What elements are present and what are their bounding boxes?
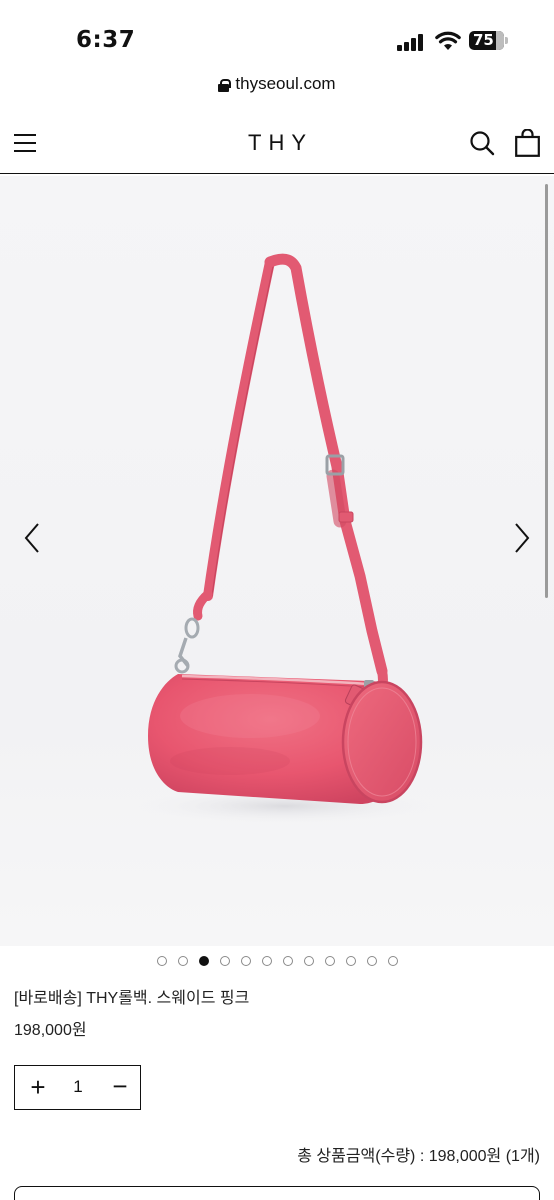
product-price: 198,000원 [14,1022,87,1039]
battery-level: 75 [473,31,494,49]
carousel-dot[interactable] [198,956,209,966]
battery-icon: 75 [469,31,504,50]
cellular-signal-icon [397,33,425,51]
carousel-dot[interactable] [219,956,230,966]
product-image[interactable] [0,176,554,946]
roll-bag-illustration [135,253,435,824]
quantity-decrease-button[interactable]: − [107,1073,133,1100]
quantity-value[interactable]: 1 [65,1077,91,1097]
quantity-stepper: + 1 − [14,1065,141,1110]
carousel-dot[interactable] [366,956,377,966]
carousel-dot[interactable] [282,956,293,966]
search-icon[interactable] [469,130,495,156]
scrollbar[interactable] [545,184,548,598]
status-bar: 6:37 75 [0,0,554,78]
chevron-right-icon[interactable] [506,520,536,556]
chevron-left-icon[interactable] [18,520,48,556]
shopping-bag-icon[interactable] [515,129,540,157]
carousel-dot[interactable] [324,956,335,966]
url-text: thyseoul.com [235,74,336,93]
address-bar[interactable]: thyseoul.com [0,74,554,106]
carousel-dot[interactable] [345,956,356,966]
carousel-dot[interactable] [240,956,251,966]
carousel-dot[interactable] [177,956,188,966]
carousel-dot[interactable] [387,956,398,966]
lock-icon [218,78,232,92]
quantity-increase-button[interactable]: + [25,1074,51,1100]
carousel-dots [0,956,554,970]
buy-button[interactable] [14,1186,540,1200]
total-price-summary: 총 상품금액(수량) : 198,000원 (1개) [297,1148,540,1165]
carousel-dot[interactable] [303,956,314,966]
wifi-icon [435,31,461,50]
site-header: THY [0,112,554,174]
status-time: 6:37 [76,27,136,53]
carousel-dot[interactable] [261,956,272,966]
carousel-dot[interactable] [156,956,167,966]
product-name: [바로배송] THY롤백. 스웨이드 핑크 [14,990,250,1007]
